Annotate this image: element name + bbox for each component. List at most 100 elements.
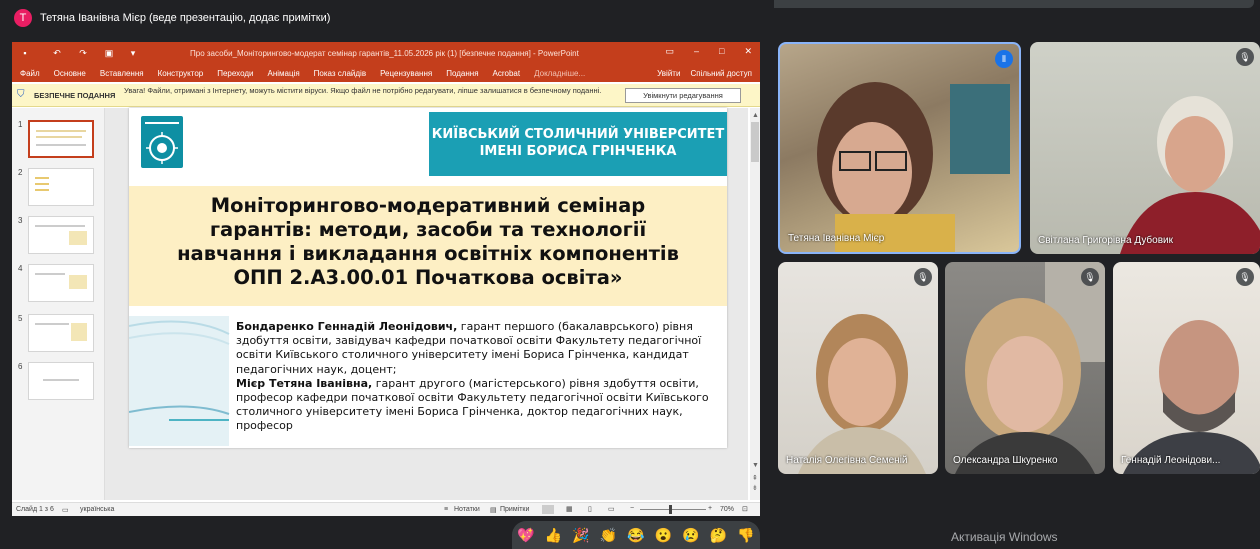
ribbon-options-icon[interactable]: ▭	[665, 46, 674, 57]
slide-thumbnail-4[interactable]	[28, 264, 94, 302]
tab-file[interactable]: Файл	[20, 69, 40, 78]
thumb-number: 5	[18, 314, 23, 323]
tab-view[interactable]: Подання	[446, 69, 478, 78]
participant-tile[interactable]: ⦀ Тетяна Іванівна Мієр	[778, 42, 1021, 254]
next-slide-icon[interactable]: ⇟	[752, 484, 758, 492]
author-1-name: Бондаренко Геннадій Леонідович,	[236, 320, 458, 333]
notes-button[interactable]: Нотатки	[454, 506, 480, 513]
undo-icon[interactable]: ↶	[50, 48, 64, 59]
participant-tile[interactable]: 🎙 Наталія Олегівна Семеній	[778, 262, 938, 474]
participant-name: Світлана Григорівна Дубовик	[1038, 235, 1173, 246]
tab-home[interactable]: Основне	[54, 69, 86, 78]
zoom-level[interactable]: 70%	[720, 506, 734, 513]
thumb-number: 2	[18, 168, 23, 177]
protected-view-title: БЕЗПЕЧНЕ ПОДАННЯ	[34, 91, 116, 100]
zoom-slider[interactable]	[640, 509, 706, 510]
comments-button[interactable]: Примітки	[500, 506, 529, 513]
slideshow-view-icon[interactable]: ▭	[608, 505, 615, 513]
document-title: Про засоби_Моніторингово-модерат семінар…	[190, 49, 579, 58]
sad-reaction-icon[interactable]: 😢	[682, 527, 699, 544]
reading-view-icon[interactable]: ▯	[588, 505, 592, 513]
presenter-bar: Т Тетяна Іванівна Мієр (веде презентацію…	[0, 0, 770, 36]
clap-reaction-icon[interactable]: 👏	[600, 527, 617, 544]
scroll-down-icon[interactable]: ▼	[752, 462, 759, 469]
slide-thumbnail-2[interactable]	[28, 168, 94, 206]
tab-slideshow[interactable]: Показ слайдів	[314, 69, 366, 78]
current-slide: КИЇВСЬКИЙ СТОЛИЧНИЙ УНІВЕРСИТЕТ ІМЕНІ БО…	[129, 108, 727, 448]
participant-tile[interactable]: 🎙 Олександра Шкуренко	[945, 262, 1105, 474]
minimize-icon[interactable]: –	[694, 46, 699, 57]
zoom-out-icon[interactable]: −	[630, 505, 634, 512]
mic-off-icon: 🎙	[914, 268, 932, 286]
slide-sorter-icon[interactable]: ▦	[566, 505, 573, 513]
heart-reaction-icon[interactable]: 💖	[517, 527, 534, 544]
protected-view-message: Увага! Файли, отримані з Інтернету, можу…	[124, 86, 602, 95]
participant-name: Тетяна Іванівна Мієр	[788, 233, 885, 244]
normal-view-icon[interactable]	[542, 505, 554, 514]
tab-animations[interactable]: Анімація	[267, 69, 299, 78]
close-icon[interactable]: ✕	[744, 46, 752, 57]
thumbs-up-reaction-icon[interactable]: 👍	[545, 527, 562, 544]
reactions-bar: 💖 👍 🎉 👏 😂 😮 😢 🤔 👎	[512, 521, 760, 549]
slide-thumbnail-6[interactable]	[28, 362, 94, 400]
participant-name: Олександра Шкуренко	[953, 455, 1058, 466]
comments-icon[interactable]: ▤	[490, 506, 497, 514]
present-icon[interactable]: ▣	[102, 48, 116, 59]
university-logo	[141, 116, 183, 168]
protected-view-bar: ⛉ БЕЗПЕЧНЕ ПОДАННЯ Увага! Файли, отриман…	[12, 84, 760, 107]
language-indicator[interactable]: українська	[80, 506, 114, 513]
participant-name: Наталія Олегівна Семеній	[786, 455, 908, 466]
share-button[interactable]: Спільний доступ	[690, 69, 752, 78]
spellcheck-icon[interactable]: ▭	[62, 506, 69, 514]
tab-insert[interactable]: Вставлення	[100, 69, 144, 78]
thinking-reaction-icon[interactable]: 🤔	[710, 527, 727, 544]
slide-counter: Слайд 1 з 6	[16, 506, 54, 513]
participant-tile[interactable]: 🎙 Світлана Григорівна Дубовик	[1030, 42, 1260, 254]
slide-thumbnail-5[interactable]	[28, 314, 94, 352]
enable-editing-button[interactable]: Увімкнути редагування	[625, 88, 741, 103]
authors-text: Бондаренко Геннадій Леонідович, гарант п…	[236, 320, 716, 434]
party-reaction-icon[interactable]: 🎉	[572, 527, 589, 544]
mic-off-icon: 🎙	[1081, 268, 1099, 286]
thumbs-down-reaction-icon[interactable]: 👎	[737, 527, 754, 544]
sign-in-link[interactable]: Увійти	[657, 69, 680, 78]
notes-icon[interactable]: ≡	[444, 506, 448, 513]
presenter-avatar: Т	[14, 9, 32, 27]
mic-off-icon: 🎙	[1236, 268, 1254, 286]
redo-icon[interactable]: ↷	[76, 48, 90, 59]
tab-design[interactable]: Конструктор	[158, 69, 204, 78]
tab-review[interactable]: Рецензування	[380, 69, 432, 78]
slide-title-line: ОПП 2.А3.00.01 Початкова освіта»	[233, 266, 623, 289]
shield-icon: ⛉	[17, 89, 25, 100]
participant-video	[798, 314, 926, 474]
vertical-scrollbar[interactable]: ▲ ▼ ⇞ ⇟	[750, 108, 760, 500]
laugh-reaction-icon[interactable]: 😂	[627, 527, 644, 544]
slide-title-line: Моніторингово-модеративний семінар	[210, 194, 646, 217]
maximize-icon[interactable]: □	[719, 46, 724, 57]
prev-slide-icon[interactable]: ⇞	[752, 474, 758, 482]
tab-acrobat[interactable]: Acrobat	[493, 69, 521, 78]
zoom-in-icon[interactable]: +	[708, 505, 712, 512]
thumb-number: 6	[18, 362, 23, 371]
speaking-indicator-icon: ⦀	[995, 50, 1013, 68]
slide-thumbnail-1[interactable]	[28, 120, 94, 158]
slide-thumbnails-pane: 1 2 3 4 5 6	[12, 108, 105, 500]
slide-title-line: гарантів: методи, засоби та технології	[209, 218, 647, 241]
tell-me-search[interactable]: Докладніше...	[534, 69, 585, 78]
thumb-number: 1	[18, 120, 23, 129]
qat-more-icon[interactable]: ▾	[126, 48, 140, 59]
zoom-slider-thumb[interactable]	[669, 505, 672, 514]
tab-transitions[interactable]: Переходи	[217, 69, 253, 78]
surprised-reaction-icon[interactable]: 😮	[655, 527, 672, 544]
author-2-name: Мієр Тетяна Іванівна,	[236, 376, 373, 390]
fit-slide-icon[interactable]: ⊡	[742, 505, 748, 513]
windows-activation-watermark: Активація Windows	[951, 530, 1058, 544]
participant-video	[955, 262, 1105, 474]
save-icon[interactable]: ▪	[18, 48, 32, 58]
scroll-up-icon[interactable]: ▲	[752, 112, 759, 119]
participant-video	[1120, 96, 1260, 254]
participant-tile[interactable]: 🎙 Геннадій Леонідови...	[1113, 262, 1260, 474]
title-bar: ▪ ↶ ↷ ▣ ▾ Про засоби_Моніторингово-модер…	[12, 42, 760, 64]
participant-video	[817, 82, 1010, 252]
slide-thumbnail-3[interactable]	[28, 216, 94, 254]
